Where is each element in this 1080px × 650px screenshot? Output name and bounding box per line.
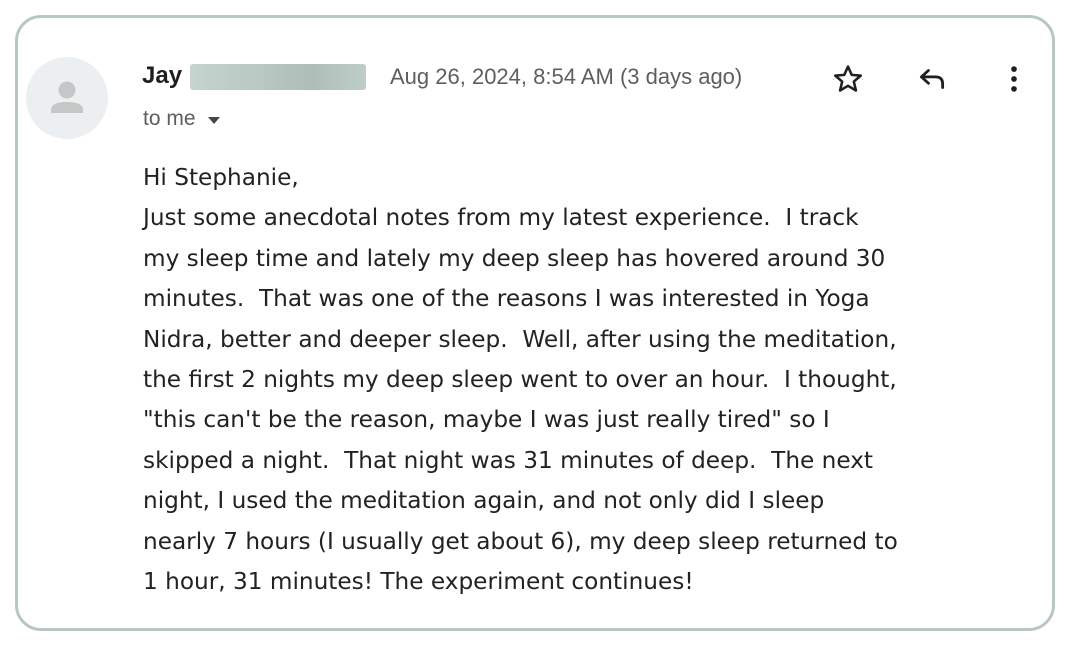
body-line: minutes. That was one of the reasons I w… (143, 285, 870, 313)
recipient-dropdown[interactable]: to me (143, 105, 220, 133)
star-button[interactable] (828, 59, 868, 99)
sender-name-redaction (190, 64, 366, 90)
body-line: skipped a night. That night was 31 minut… (143, 446, 874, 474)
chevron-down-icon (207, 116, 220, 124)
body-line: night, I used the meditation again, and … (143, 487, 825, 515)
star-icon (833, 65, 863, 92)
recipient-label: to me (143, 107, 196, 130)
more-vert-icon (1011, 66, 1017, 92)
reply-button[interactable] (912, 59, 952, 99)
body-line: Nidra, better and deeper sleep. Well, af… (143, 325, 897, 353)
body-line: 1 hour, 31 minutes! The experiment conti… (143, 568, 694, 596)
body-line: Hi Stephanie, (143, 164, 299, 191)
body-line: "this can't be the reason, maybe I was j… (143, 406, 830, 434)
message-timestamp: Aug 26, 2024, 8:54 AM (3 days ago) (390, 64, 743, 89)
person-icon (51, 81, 83, 113)
more-options-button[interactable] (994, 59, 1034, 99)
reply-icon (919, 69, 945, 89)
body-line: my sleep time and lately my deep sleep h… (143, 244, 886, 272)
message-body: Hi Stephanie, Just some anecdotal notes … (143, 158, 1043, 602)
sender-name[interactable]: Jay (142, 60, 182, 92)
body-line: nearly 7 hours (I usually get about 6), … (143, 527, 898, 555)
sender-avatar[interactable] (26, 57, 108, 139)
body-line: Just some anecdotal notes from my latest… (143, 204, 859, 232)
body-line: the first 2 nights my deep sleep went to… (143, 366, 897, 394)
